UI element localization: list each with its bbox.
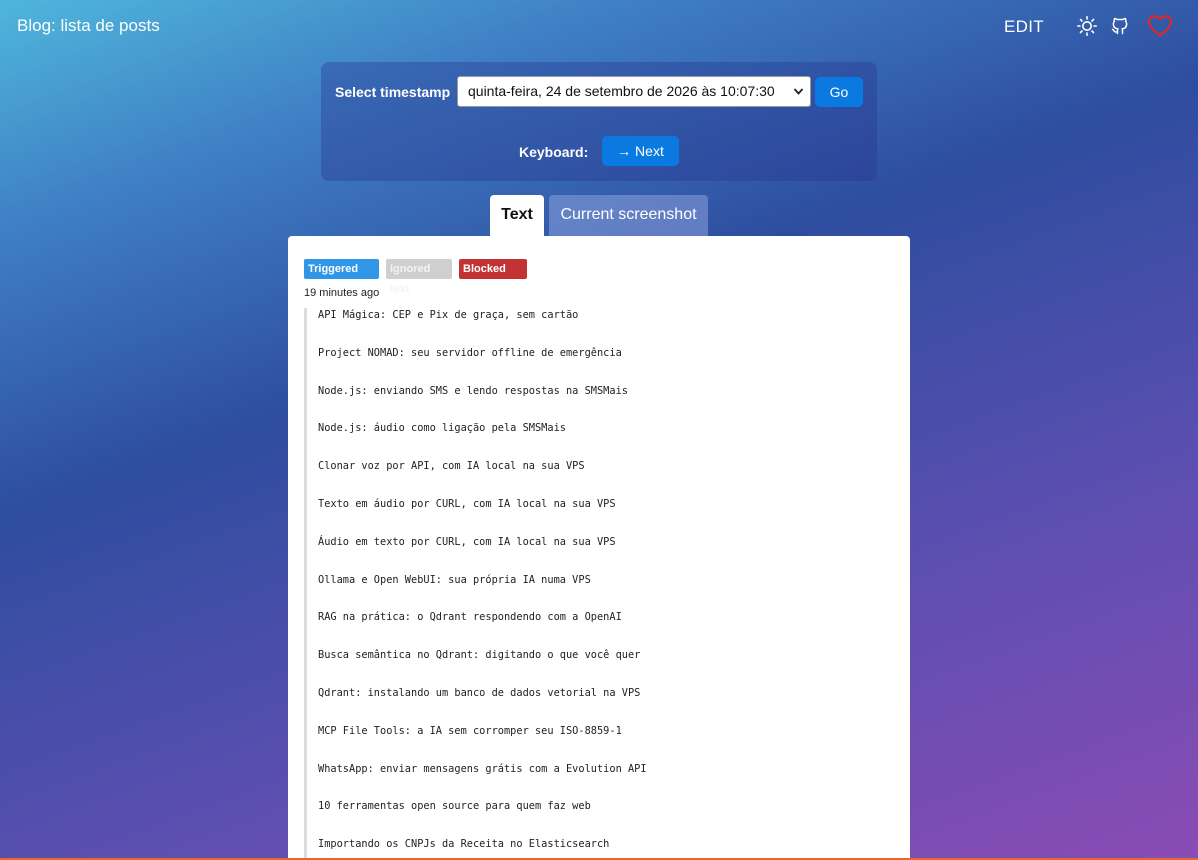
timestamp-select[interactable]: quinta-feira, 24 de setembro de 2026 às … (457, 76, 811, 107)
snapshot-text-block: API Mágica: CEP e Pix de graça, sem cart… (304, 308, 894, 860)
site-title-link[interactable]: Blog: lista de posts (17, 16, 160, 36)
text-line: Project NOMAD: seu servidor offline de e… (318, 346, 622, 359)
tab-current-screenshot[interactable]: Current screenshot (549, 195, 708, 236)
text-line: API Mágica: CEP e Pix de graça, sem cart… (318, 309, 579, 321)
keyboard-label: Keyboard: (519, 144, 589, 160)
heart-icon[interactable] (1146, 14, 1174, 38)
text-content-card: Triggered text Ignored text Blocked text… (288, 236, 910, 860)
text-line: WhatsApp: enviar mensagens grátis com a … (318, 762, 647, 775)
blocked-text-badge: Blocked text (459, 259, 527, 295)
text-line: Áudio em texto por CURL, com IA local na… (318, 535, 616, 548)
text-line: Importando os CNPJs da Receita no Elasti… (318, 838, 610, 851)
text-line: Qdrant: instalando um banco de dados vet… (318, 686, 641, 699)
select-timestamp-label: Select timestamp (335, 84, 451, 100)
text-line: Texto em áudio por CURL, com IA local na… (318, 497, 616, 510)
timestamp-select-value: quinta-feira, 24 de setembro de 2026 às … (468, 83, 775, 99)
text-line: Clonar voz por API, com IA local na sua … (318, 460, 585, 473)
next-button[interactable]: → Next (602, 136, 679, 166)
tab-text[interactable]: Text (490, 195, 544, 236)
top-bar: Blog: lista de posts EDIT (0, 0, 1198, 52)
text-line: Node.js: áudio como ligação pela SMSMais (318, 422, 566, 435)
text-line: 10 ferramentas open source para quem faz… (318, 800, 591, 813)
text-line: Ollama e Open WebUI: sua própria IA numa… (318, 573, 591, 586)
edit-link[interactable]: EDIT (1004, 17, 1044, 37)
time-ago: 19 minutes ago (304, 287, 380, 299)
text-line: RAG na prática: o Qdrant respondendo com… (318, 611, 622, 624)
timestamp-panel: Select timestamp quinta-feira, 24 de set… (321, 62, 877, 181)
go-button[interactable]: Go (815, 77, 863, 107)
text-line: MCP File Tools: a IA sem corromper seu I… (318, 724, 622, 737)
text-line: Node.js: enviando SMS e lendo respostas … (318, 384, 628, 397)
ignored-text-badge: Ignored text (386, 259, 452, 295)
github-icon[interactable] (1108, 14, 1132, 38)
sun-icon[interactable] (1075, 14, 1099, 38)
triggered-text-badge: Triggered text (304, 259, 379, 295)
text-line: Busca semântica no Qdrant: digitando o q… (318, 649, 641, 662)
chevron-down-icon (793, 77, 804, 118)
